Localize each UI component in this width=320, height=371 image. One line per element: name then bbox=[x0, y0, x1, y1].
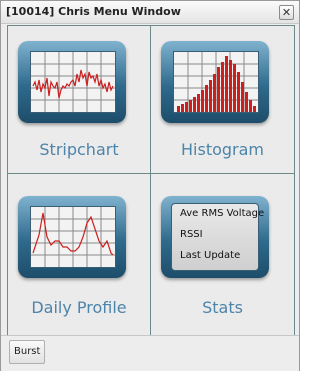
stats-label[interactable]: Stats bbox=[151, 298, 294, 317]
close-button[interactable]: ✕ bbox=[279, 5, 294, 20]
stats-line-rssi: RSSI bbox=[180, 229, 203, 240]
daily-profile-label[interactable]: Daily Profile bbox=[8, 298, 150, 317]
stripchart-icon[interactable] bbox=[18, 41, 126, 123]
daily-profile-icon[interactable] bbox=[18, 196, 126, 278]
histogram-screen bbox=[173, 51, 259, 113]
menu-grid: Stripchart Histogram Daily Profile Ave R… bbox=[7, 25, 295, 336]
stats-line-last-update: Last Update bbox=[180, 250, 241, 261]
stripchart-screen bbox=[30, 51, 116, 113]
menu-window: [10014] Chris Menu Window ✕ Stripchart H… bbox=[0, 0, 300, 371]
stats-screen: Ave RMS Voltage RSSI Last Update bbox=[171, 203, 264, 271]
footer-bar: Burst bbox=[1, 335, 299, 371]
daily-profile-screen bbox=[30, 206, 116, 268]
stats-icon[interactable]: Ave RMS Voltage RSSI Last Update bbox=[161, 196, 269, 278]
histogram-label[interactable]: Histogram bbox=[151, 140, 294, 159]
daily-profile-tile[interactable]: Daily Profile bbox=[8, 174, 150, 335]
title-bar: [10014] Chris Menu Window ✕ bbox=[1, 1, 299, 24]
stripchart-tile[interactable]: Stripchart bbox=[8, 26, 150, 173]
histogram-tile[interactable]: Histogram bbox=[151, 26, 294, 173]
burst-button[interactable]: Burst bbox=[9, 340, 46, 364]
window-title: [10014] Chris Menu Window bbox=[6, 5, 181, 18]
stats-tile[interactable]: Ave RMS Voltage RSSI Last Update Stats bbox=[151, 174, 294, 335]
close-icon: ✕ bbox=[281, 6, 292, 19]
stripchart-label[interactable]: Stripchart bbox=[8, 140, 150, 159]
histogram-icon[interactable] bbox=[161, 41, 269, 123]
stats-line-ave-rms-voltage: Ave RMS Voltage bbox=[180, 208, 265, 219]
